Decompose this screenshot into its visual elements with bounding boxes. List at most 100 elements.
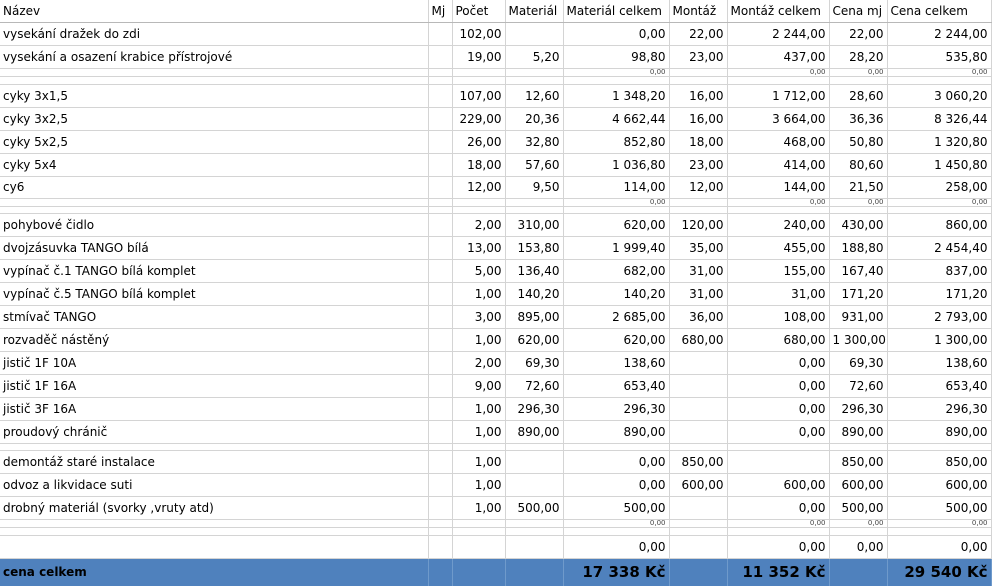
table-cell[interactable]: 850,00 — [829, 450, 888, 474]
table-cell[interactable]: 140,20 — [505, 282, 564, 306]
table-cell[interactable]: 890,00 — [505, 420, 564, 444]
table-cell[interactable]: 138,60 — [563, 351, 670, 375]
table-cell[interactable]: 140,20 — [563, 282, 670, 306]
table-cell[interactable] — [887, 206, 992, 214]
total-cell[interactable]: 17 338 Kč — [563, 558, 670, 586]
table-cell[interactable]: 0,00 — [829, 519, 888, 528]
table-cell[interactable]: 57,60 — [505, 153, 564, 177]
table-cell[interactable]: 931,00 — [829, 305, 888, 329]
total-cell[interactable]: 29 540 Kč — [887, 558, 992, 586]
table-cell[interactable] — [829, 206, 888, 214]
table-cell[interactable]: 296,30 — [505, 397, 564, 421]
table-cell[interactable] — [428, 213, 453, 237]
table-cell[interactable]: jistič 3F 16A — [0, 397, 429, 421]
table-cell[interactable]: 837,00 — [887, 259, 992, 283]
table-cell[interactable]: 0,00 — [563, 519, 670, 528]
table-cell[interactable]: 500,00 — [887, 496, 992, 520]
table-cell[interactable] — [452, 443, 506, 451]
table-cell[interactable]: 36,36 — [829, 107, 888, 131]
table-cell[interactable]: 22,00 — [829, 22, 888, 46]
table-cell[interactable]: 12,00 — [669, 176, 728, 199]
table-cell[interactable] — [669, 198, 728, 207]
table-cell[interactable]: 500,00 — [829, 496, 888, 520]
table-cell[interactable] — [669, 68, 728, 77]
table-cell[interactable]: 3,00 — [452, 305, 506, 329]
table-cell[interactable]: 1 300,00 — [829, 328, 888, 352]
total-cell[interactable]: 11 352 Kč — [727, 558, 830, 586]
table-cell[interactable]: 0,00 — [563, 535, 670, 559]
table-cell[interactable]: 12,60 — [505, 84, 564, 108]
table-cell[interactable] — [669, 397, 728, 421]
table-cell[interactable]: 500,00 — [563, 496, 670, 520]
table-cell[interactable]: 850,00 — [887, 450, 992, 474]
table-cell[interactable]: 13,00 — [452, 236, 506, 260]
table-cell[interactable] — [0, 443, 429, 451]
table-cell[interactable] — [505, 22, 564, 46]
table-cell[interactable]: 69,30 — [829, 351, 888, 375]
table-cell[interactable]: 850,00 — [669, 450, 728, 474]
table-cell[interactable] — [428, 206, 453, 214]
table-cell[interactable]: 500,00 — [505, 496, 564, 520]
table-cell[interactable]: 32,80 — [505, 130, 564, 154]
table-cell[interactable] — [428, 397, 453, 421]
table-cell[interactable] — [563, 527, 670, 536]
table-cell[interactable]: 0,00 — [563, 68, 670, 77]
table-cell[interactable] — [727, 527, 830, 536]
table-cell[interactable]: 18,00 — [452, 153, 506, 177]
table-cell[interactable]: 114,00 — [563, 176, 670, 199]
table-cell[interactable]: 171,20 — [887, 282, 992, 306]
table-cell[interactable] — [669, 519, 728, 528]
column-header[interactable]: Montáž celkem — [727, 0, 830, 23]
table-cell[interactable]: 860,00 — [887, 213, 992, 237]
table-cell[interactable] — [563, 206, 670, 214]
table-cell[interactable]: 31,00 — [669, 282, 728, 306]
table-cell[interactable]: 22,00 — [669, 22, 728, 46]
table-cell[interactable]: 1,00 — [452, 473, 506, 497]
table-cell[interactable] — [428, 282, 453, 306]
table-cell[interactable]: 229,00 — [452, 107, 506, 131]
table-cell[interactable]: 2 793,00 — [887, 305, 992, 329]
table-cell[interactable]: 1,00 — [452, 420, 506, 444]
table-cell[interactable]: 600,00 — [669, 473, 728, 497]
table-cell[interactable] — [505, 519, 564, 528]
table-cell[interactable] — [505, 443, 564, 451]
table-cell[interactable] — [428, 130, 453, 154]
table-cell[interactable]: 1,00 — [452, 496, 506, 520]
table-cell[interactable]: 12,00 — [452, 176, 506, 199]
table-cell[interactable]: 310,00 — [505, 213, 564, 237]
table-cell[interactable]: 890,00 — [829, 420, 888, 444]
table-cell[interactable]: 0,00 — [887, 535, 992, 559]
table-cell[interactable]: 35,00 — [669, 236, 728, 260]
table-cell[interactable] — [428, 236, 453, 260]
table-cell[interactable] — [505, 450, 564, 474]
table-cell[interactable]: 620,00 — [563, 328, 670, 352]
table-cell[interactable] — [452, 68, 506, 77]
table-cell[interactable]: 437,00 — [727, 45, 830, 69]
table-cell[interactable]: 5,20 — [505, 45, 564, 69]
table-cell[interactable]: odvoz a likvidace suti — [0, 473, 429, 497]
table-cell[interactable]: 0,00 — [727, 496, 830, 520]
table-cell[interactable]: 620,00 — [563, 213, 670, 237]
table-cell[interactable]: 430,00 — [829, 213, 888, 237]
table-cell[interactable]: 20,36 — [505, 107, 564, 131]
table-cell[interactable]: 9,50 — [505, 176, 564, 199]
table-cell[interactable] — [727, 76, 830, 85]
table-cell[interactable]: 2 454,40 — [887, 236, 992, 260]
total-cell[interactable] — [669, 558, 728, 586]
table-cell[interactable]: cyky 5x4 — [0, 153, 429, 177]
table-cell[interactable]: 16,00 — [669, 107, 728, 131]
table-cell[interactable]: 1 320,80 — [887, 130, 992, 154]
table-cell[interactable] — [505, 473, 564, 497]
table-cell[interactable]: stmívač TANGO — [0, 305, 429, 329]
table-cell[interactable]: 455,00 — [727, 236, 830, 260]
table-cell[interactable]: 0,00 — [563, 22, 670, 46]
table-cell[interactable]: 138,60 — [887, 351, 992, 375]
total-cell[interactable] — [452, 558, 506, 586]
table-cell[interactable] — [0, 206, 429, 214]
table-cell[interactable]: 0,00 — [563, 450, 670, 474]
table-cell[interactable]: 258,00 — [887, 176, 992, 199]
table-cell[interactable]: 4 662,44 — [563, 107, 670, 131]
column-header[interactable]: Název — [0, 0, 429, 23]
table-cell[interactable] — [452, 198, 506, 207]
table-cell[interactable]: 72,60 — [505, 374, 564, 398]
